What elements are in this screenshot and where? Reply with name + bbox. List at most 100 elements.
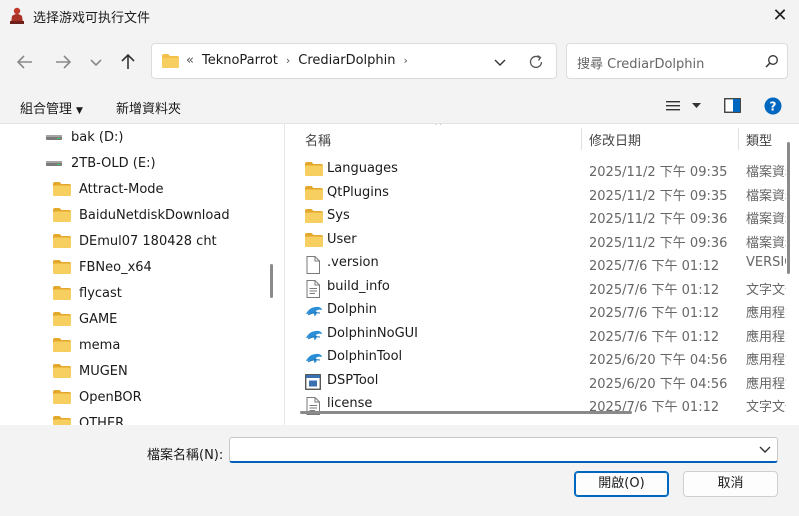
address-overflow[interactable]: « xyxy=(186,53,194,68)
file-date: 2025/11/2 下午 09:35 xyxy=(589,165,728,180)
file-list[interactable]: 名稱 ^ 修改日期 類型 Languages 2025/11/2 下午 09:35… xyxy=(285,124,799,425)
navpane-scrollbar-thumb[interactable] xyxy=(270,264,273,298)
file-type: 文字文件 xyxy=(746,282,786,298)
navpane-drive-item[interactable]: bak (D:) xyxy=(0,124,268,150)
breadcrumb-crediardolphin[interactable]: CrediarDolphin xyxy=(298,53,395,68)
help-icon[interactable]: ? xyxy=(764,97,782,115)
file-type: 檔案資料夾 xyxy=(746,165,786,180)
file-date: 2025/7/6 下午 01:12 xyxy=(589,259,720,274)
column-divider[interactable] xyxy=(738,128,739,150)
file-row[interactable]: Sys 2025/11/2 下午 09:36 檔案資料夾 xyxy=(285,205,786,228)
back-button[interactable] xyxy=(13,50,37,74)
content-area: bak (D:) 2TB-OLD (E:) Attract-Mode BaiduNet… xyxy=(0,124,799,425)
list-view-icon[interactable] xyxy=(666,100,680,112)
file-name: DolphinNoGUI xyxy=(327,325,419,341)
navpane-folder-item[interactable]: GAME xyxy=(0,306,268,332)
dolphin-icon xyxy=(305,303,323,319)
file-row[interactable]: Dolphin 2025/7/6 下午 01:12 應用程式 xyxy=(285,299,786,322)
navpane-folder-item[interactable]: DEmul07 180428 cht xyxy=(0,228,268,254)
navpane-folder-item[interactable]: MUGEN xyxy=(0,358,268,384)
column-header-type[interactable]: 類型 xyxy=(746,124,772,152)
breadcrumb-teknoparrot[interactable]: TeknoParrot xyxy=(202,53,278,68)
address-history-dropdown-icon[interactable] xyxy=(490,52,510,72)
file-type: 應用程式 xyxy=(746,376,786,392)
caret-down-icon: ▼ xyxy=(76,106,83,116)
horizontal-scrollbar-thumb[interactable] xyxy=(300,411,632,414)
close-button[interactable]: ✕ xyxy=(768,4,792,28)
dialog-footer: 檔案名稱(N): 開啟(O) 取消 xyxy=(0,425,799,516)
navpane-folder-item[interactable]: mema xyxy=(0,332,268,358)
organize-menu[interactable]: 組合管理 ▼ xyxy=(20,98,83,117)
dolphin-icon xyxy=(305,350,323,366)
new-folder-button[interactable]: 新增資料夾 xyxy=(116,98,181,117)
file-row[interactable]: build_info 2025/7/6 下午 01:12 文字文件 xyxy=(285,276,786,299)
folder-icon xyxy=(53,338,71,352)
folder-icon xyxy=(305,232,323,249)
file-row[interactable]: Languages 2025/11/2 下午 09:35 檔案資料夾 xyxy=(285,158,786,181)
file-date: 2025/11/2 下午 09:36 xyxy=(589,235,728,251)
navpane-folder-item[interactable]: OpenBOR xyxy=(0,384,268,410)
address-bar[interactable]: « TeknoParrot › CrediarDolphin › xyxy=(151,43,557,79)
navpane-item-label: flycast xyxy=(79,285,122,301)
navpane-folder-item[interactable]: OTHER xyxy=(0,410,268,425)
folder-icon xyxy=(53,260,71,274)
refresh-icon[interactable] xyxy=(526,52,546,72)
recent-locations-button[interactable] xyxy=(86,50,106,74)
search-icon[interactable] xyxy=(765,54,779,68)
organize-label: 組合管理 xyxy=(20,102,73,117)
folder-icon xyxy=(53,286,71,300)
file-name: QtPlugins xyxy=(327,184,389,200)
filename-dropdown-icon[interactable] xyxy=(758,444,772,456)
chevron-right-icon[interactable]: › xyxy=(286,54,290,67)
file-type: 檔案資料夾 xyxy=(746,188,786,204)
file-row[interactable]: DSPTool 2025/6/20 下午 04:56 應用程式 xyxy=(285,370,786,393)
sort-ascending-icon: ^ xyxy=(434,124,443,132)
navpane-folder-item[interactable]: Attract-Mode xyxy=(0,176,268,202)
file-name: Sys xyxy=(327,208,350,223)
file-name: Languages xyxy=(327,161,398,176)
folder-icon xyxy=(53,390,71,404)
new-folder-label: 新增資料夾 xyxy=(116,102,182,117)
file-date: 2025/11/2 下午 09:36 xyxy=(589,212,728,227)
folder-icon xyxy=(53,312,71,326)
navigation-pane[interactable]: bak (D:) 2TB-OLD (E:) Attract-Mode BaiduNet… xyxy=(0,124,285,425)
search-input[interactable]: 搜尋 CrediarDolphin xyxy=(577,53,704,72)
navpane-drive-item[interactable]: 2TB-OLD (E:) xyxy=(0,150,268,176)
column-header-name[interactable]: 名稱 xyxy=(305,124,331,152)
cancel-button[interactable]: 取消 xyxy=(683,471,778,497)
file-date: 2025/7/6 下午 01:12 xyxy=(589,282,720,298)
file-date: 2025/6/20 下午 04:56 xyxy=(589,376,728,392)
folder-icon xyxy=(53,234,71,248)
file-row[interactable]: DolphinTool 2025/6/20 下午 04:56 應用程式 xyxy=(285,346,786,369)
column-header-date[interactable]: 修改日期 xyxy=(589,124,641,152)
folder-icon xyxy=(53,208,71,222)
vertical-scrollbar-thumb[interactable] xyxy=(787,142,790,274)
chevron-right-icon[interactable]: › xyxy=(404,54,408,67)
view-options-dropdown-icon[interactable] xyxy=(692,103,701,109)
file-name: User xyxy=(327,231,357,247)
forward-button[interactable] xyxy=(51,50,75,74)
navpane-folder-item[interactable]: FBNeo_x64 xyxy=(0,254,268,280)
up-button[interactable] xyxy=(116,50,140,74)
preview-pane-icon[interactable] xyxy=(724,98,741,113)
column-divider[interactable] xyxy=(581,128,582,150)
folder-icon xyxy=(162,54,179,68)
navpane-folder-item[interactable]: flycast xyxy=(0,280,268,306)
navpane-item-label: bak (D:) xyxy=(71,129,124,145)
filename-input[interactable] xyxy=(229,437,778,463)
file-type: 應用程式 xyxy=(746,353,786,368)
file-name: Dolphin xyxy=(327,302,377,317)
file-row[interactable]: DolphinNoGUI 2025/7/6 下午 01:12 應用程式 xyxy=(285,323,786,346)
open-button[interactable]: 開啟(O) xyxy=(574,471,669,497)
file-row[interactable]: .version 2025/7/6 下午 01:12 VERSION xyxy=(285,252,786,275)
file-name: DolphinTool xyxy=(327,349,403,364)
file-row[interactable]: QtPlugins 2025/11/2 下午 09:35 檔案資料夾 xyxy=(285,182,786,205)
navpane-item-label: mema xyxy=(79,337,121,353)
navpane-folder-item[interactable]: BaiduNetdiskDownload xyxy=(0,202,268,228)
file-row[interactable]: User 2025/11/2 下午 09:36 檔案資料夾 xyxy=(285,229,786,252)
navpane-item-label: Attract-Mode xyxy=(79,181,164,197)
close-icon: ✕ xyxy=(772,5,788,26)
text-file-icon xyxy=(305,279,323,298)
search-box[interactable]: 搜尋 CrediarDolphin xyxy=(566,43,788,79)
file-name: DSPTool xyxy=(327,372,379,388)
